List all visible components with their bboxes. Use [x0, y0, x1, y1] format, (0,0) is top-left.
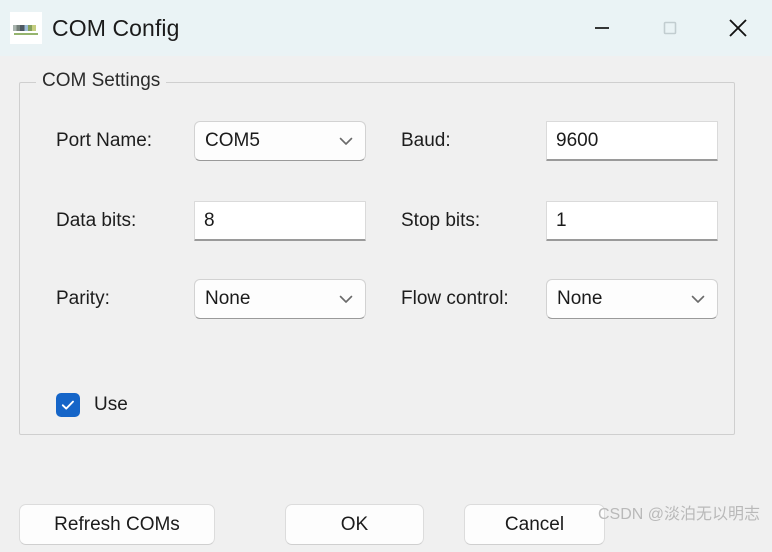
refresh-coms-button[interactable]: Refresh COMs	[19, 504, 215, 545]
stop-bits-label: Stop bits:	[401, 210, 481, 231]
parity-combobox[interactable]: None	[194, 279, 366, 319]
com-config-window: COM Config COM Settings Port Name: COM5 …	[0, 0, 772, 545]
port-name-value: COM5	[205, 130, 260, 151]
chevron-down-icon	[335, 132, 357, 150]
com-settings-groupbox: COM Settings Port Name: COM5 Baud: 9600 …	[19, 70, 735, 435]
baud-value: 9600	[556, 129, 599, 151]
data-bits-input[interactable]: 8	[194, 201, 366, 241]
parity-value: None	[205, 288, 251, 309]
watermark: CSDN @淡泊无以明志	[597, 506, 760, 523]
app-icon	[10, 12, 42, 44]
port-name-combobox[interactable]: COM5	[194, 121, 366, 161]
stop-bits-input[interactable]: 1	[546, 201, 718, 241]
titlebar: COM Config	[0, 0, 772, 56]
app-icon-glyph	[13, 25, 39, 31]
use-checkbox[interactable]	[56, 393, 80, 417]
port-name-label: Port Name:	[56, 130, 153, 151]
field-flow-control: Flow control: None	[401, 279, 718, 319]
field-baud: Baud: 9600	[401, 121, 718, 161]
chevron-down-icon	[687, 290, 709, 308]
stop-bits-value: 1	[556, 209, 567, 231]
check-icon	[61, 400, 74, 410]
close-button[interactable]	[704, 0, 772, 56]
close-icon	[729, 19, 747, 37]
window-controls	[568, 0, 772, 56]
ok-button[interactable]: OK	[285, 504, 424, 545]
parity-label: Parity:	[56, 288, 110, 309]
com-settings-legend: COM Settings	[36, 70, 167, 92]
window-title: COM Config	[52, 14, 180, 41]
use-checkbox-label: Use	[94, 394, 128, 415]
flow-control-value: None	[557, 288, 603, 309]
field-parity: Parity: None	[56, 279, 366, 319]
data-bits-label: Data bits:	[56, 210, 137, 231]
flow-control-combobox[interactable]: None	[546, 279, 718, 319]
dialog-body: COM Settings Port Name: COM5 Baud: 9600 …	[0, 56, 772, 545]
maximize-button[interactable]	[636, 0, 704, 56]
data-bits-value: 8	[204, 209, 215, 231]
cancel-button[interactable]: Cancel	[464, 504, 605, 545]
flow-control-label: Flow control:	[401, 288, 509, 309]
field-stop-bits: Stop bits: 1	[401, 201, 718, 241]
use-checkbox-row[interactable]: Use	[56, 393, 128, 417]
field-port-name: Port Name: COM5	[56, 121, 366, 161]
app-icon-underline	[14, 33, 38, 35]
minimize-button[interactable]	[568, 0, 636, 56]
maximize-icon	[663, 21, 677, 35]
field-data-bits: Data bits: 8	[56, 201, 366, 241]
minimize-icon	[595, 27, 609, 29]
baud-input[interactable]: 9600	[546, 121, 718, 161]
chevron-down-icon	[335, 290, 357, 308]
baud-label: Baud:	[401, 130, 451, 151]
